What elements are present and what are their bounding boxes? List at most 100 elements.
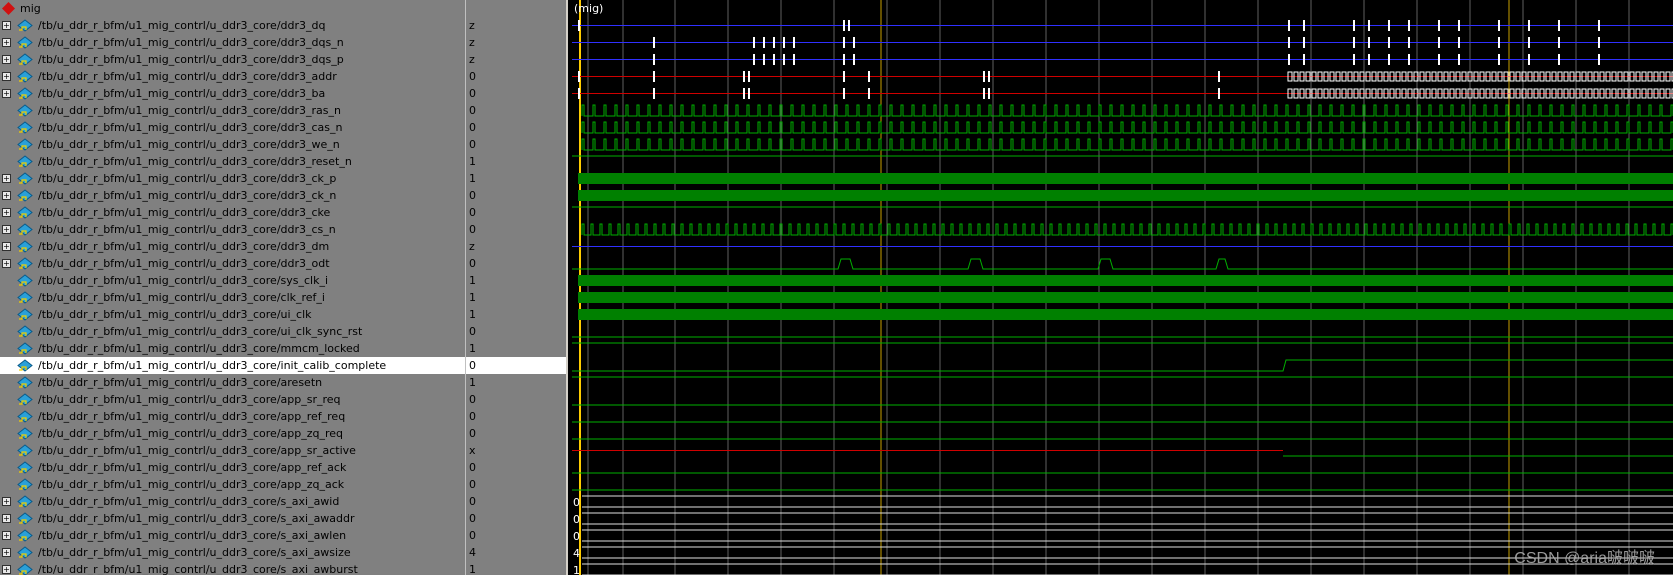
expand-icon[interactable] — [2, 225, 11, 234]
signal-row-ddr3-dm[interactable]: /tb/u_ddr_r_bfm/u1_mig_contrl/u_ddr3_cor… — [0, 238, 465, 255]
signal-row-ui-clk[interactable]: /tb/u_ddr_r_bfm/u1_mig_contrl/u_ddr3_cor… — [0, 306, 465, 323]
value-row-app-ref-req[interactable]: 0 — [466, 408, 566, 425]
signal-value: 0 — [469, 257, 476, 270]
signal-row-ddr3-dqs-p[interactable]: /tb/u_ddr_r_bfm/u1_mig_contrl/u_ddr3_cor… — [0, 51, 465, 68]
value-row-ddr3-dqs-n[interactable]: z — [466, 34, 566, 51]
signal-row-init-calib-complete[interactable]: /tb/u_ddr_r_bfm/u1_mig_contrl/u_ddr3_cor… — [0, 357, 465, 374]
expand-icon[interactable] — [2, 38, 11, 47]
bus-transition — [1458, 20, 1460, 31]
signal-name: /tb/u_ddr_r_bfm/u1_mig_contrl/u_ddr3_cor… — [38, 376, 323, 389]
signal-row-app-zq-req[interactable]: /tb/u_ddr_r_bfm/u1_mig_contrl/u_ddr3_cor… — [0, 425, 465, 442]
expand-icon[interactable] — [2, 72, 11, 81]
bus-transition — [1438, 20, 1440, 31]
value-row-app-ref-ack[interactable]: 0 — [466, 459, 566, 476]
value-row-clk-ref-i[interactable]: 1 — [466, 289, 566, 306]
signal-icon — [17, 512, 33, 525]
bus-transition — [748, 88, 750, 99]
expand-icon[interactable] — [2, 548, 11, 557]
signal-row-ddr3-dqs-n[interactable]: /tb/u_ddr_r_bfm/u1_mig_contrl/u_ddr3_cor… — [0, 34, 465, 51]
expand-icon[interactable] — [2, 89, 11, 98]
value-row-app-zq-ack[interactable]: 0 — [466, 476, 566, 493]
value-row-ddr3-ck-n[interactable]: 0 — [466, 187, 566, 204]
value-row-aresetn[interactable]: 1 — [466, 374, 566, 391]
expand-icon[interactable] — [2, 514, 11, 523]
value-row-ddr3-dm[interactable]: z — [466, 238, 566, 255]
value-row-ddr3-cke[interactable]: 0 — [466, 204, 566, 221]
expand-icon[interactable] — [2, 565, 11, 574]
signal-row-s-axi-awid[interactable]: /tb/u_ddr_r_bfm/u1_mig_contrl/u_ddr3_cor… — [0, 493, 465, 510]
signal-icon — [17, 53, 33, 66]
signal-row-app-sr-req[interactable]: /tb/u_ddr_r_bfm/u1_mig_contrl/u_ddr3_cor… — [0, 391, 465, 408]
signal-row-aresetn[interactable]: /tb/u_ddr_r_bfm/u1_mig_contrl/u_ddr3_cor… — [0, 374, 465, 391]
signal-row-ddr3-ras-n[interactable]: /tb/u_ddr_r_bfm/u1_mig_contrl/u_ddr3_cor… — [0, 102, 465, 119]
signal-row-app-ref-req[interactable]: /tb/u_ddr_r_bfm/u1_mig_contrl/u_ddr3_cor… — [0, 408, 465, 425]
expand-icon[interactable] — [2, 55, 11, 64]
signal-row-ddr3-cas-n[interactable]: /tb/u_ddr_r_bfm/u1_mig_contrl/u_ddr3_cor… — [0, 119, 465, 136]
expand-icon[interactable] — [2, 21, 11, 30]
signal-row-ddr3-cs-n[interactable]: /tb/u_ddr_r_bfm/u1_mig_contrl/u_ddr3_cor… — [0, 221, 465, 238]
signal-row-ddr3-addr[interactable]: /tb/u_ddr_r_bfm/u1_mig_contrl/u_ddr3_cor… — [0, 68, 465, 85]
expand-icon[interactable] — [2, 531, 11, 540]
signal-row-ddr3-ba[interactable]: /tb/u_ddr_r_bfm/u1_mig_contrl/u_ddr3_cor… — [0, 85, 465, 102]
bus-transition — [853, 54, 855, 65]
value-row-init-calib-complete[interactable]: 0 — [466, 357, 566, 374]
value-row-app-sr-req[interactable]: 0 — [466, 391, 566, 408]
waveform-canvas[interactable]: (mig) 0 0 0 4 1 — [568, 0, 1673, 575]
expand-icon[interactable] — [2, 497, 11, 506]
group-row-mig[interactable]: mig — [0, 0, 465, 17]
signal-row-s-axi-awlen[interactable]: /tb/u_ddr_r_bfm/u1_mig_contrl/u_ddr3_cor… — [0, 527, 465, 544]
bus-transition — [1353, 20, 1355, 31]
value-row-ddr3-cs-n[interactable]: 0 — [466, 221, 566, 238]
signal-row-app-zq-ack[interactable]: /tb/u_ddr_r_bfm/u1_mig_contrl/u_ddr3_cor… — [0, 476, 465, 493]
signal-row-app-sr-active[interactable]: /tb/u_ddr_r_bfm/u1_mig_contrl/u_ddr3_cor… — [0, 442, 465, 459]
signal-row-s-axi-awburst[interactable]: /tb/u_ddr_r_bfm/u1_mig_contrl/u_ddr3_cor… — [0, 561, 465, 575]
signal-name: /tb/u_ddr_r_bfm/u1_mig_contrl/u_ddr3_cor… — [38, 53, 344, 66]
signal-row-s-axi-awaddr[interactable]: /tb/u_ddr_r_bfm/u1_mig_contrl/u_ddr3_cor… — [0, 510, 465, 527]
expand-icon[interactable] — [2, 208, 11, 217]
value-row-ddr3-we-n[interactable]: 0 — [466, 136, 566, 153]
expand-icon[interactable] — [2, 259, 11, 268]
signal-row-ddr3-dq[interactable]: /tb/u_ddr_r_bfm/u1_mig_contrl/u_ddr3_cor… — [0, 17, 465, 34]
value-row-ddr3-reset-n[interactable]: 1 — [466, 153, 566, 170]
value-row-ddr3-odt[interactable]: 0 — [466, 255, 566, 272]
signal-row-clk-ref-i[interactable]: /tb/u_ddr_r_bfm/u1_mig_contrl/u_ddr3_cor… — [0, 289, 465, 306]
expand-icon[interactable] — [2, 191, 11, 200]
value-row-sys-clk-i[interactable]: 1 — [466, 272, 566, 289]
signal-name: /tb/u_ddr_r_bfm/u1_mig_contrl/u_ddr3_cor… — [38, 512, 355, 525]
expand-icon[interactable] — [2, 174, 11, 183]
signal-row-ui-clk-sync-rst[interactable]: /tb/u_ddr_r_bfm/u1_mig_contrl/u_ddr3_cor… — [0, 323, 465, 340]
value-row-s-axi-awid[interactable]: 0 — [466, 493, 566, 510]
signal-row-app-ref-ack[interactable]: /tb/u_ddr_r_bfm/u1_mig_contrl/u_ddr3_cor… — [0, 459, 465, 476]
signal-row-ddr3-reset-n[interactable]: /tb/u_ddr_r_bfm/u1_mig_contrl/u_ddr3_cor… — [0, 153, 465, 170]
value-row-ddr3-cas-n[interactable]: 0 — [466, 119, 566, 136]
expand-icon[interactable] — [2, 242, 11, 251]
value-row-app-sr-active[interactable]: x — [466, 442, 566, 459]
signal-row-ddr3-odt[interactable]: /tb/u_ddr_r_bfm/u1_mig_contrl/u_ddr3_cor… — [0, 255, 465, 272]
value-row-ui-clk-sync-rst[interactable]: 0 — [466, 323, 566, 340]
signal-name: /tb/u_ddr_r_bfm/u1_mig_contrl/u_ddr3_cor… — [38, 206, 331, 219]
value-row-s-axi-awsize[interactable]: 4 — [466, 544, 566, 561]
bus-transition — [843, 37, 845, 48]
signal-row-mmcm-locked[interactable]: /tb/u_ddr_r_bfm/u1_mig_contrl/u_ddr3_cor… — [0, 340, 465, 357]
signal-row-sys-clk-i[interactable]: /tb/u_ddr_r_bfm/u1_mig_contrl/u_ddr3_cor… — [0, 272, 465, 289]
value-row-s-axi-awburst[interactable]: 1 — [466, 561, 566, 575]
value-row-app-zq-req[interactable]: 0 — [466, 425, 566, 442]
value-row-ddr3-dq[interactable]: z — [466, 17, 566, 34]
value-row-ddr3-ras-n[interactable]: 0 — [466, 102, 566, 119]
value-row-s-axi-awlen[interactable]: 0 — [466, 527, 566, 544]
value-row-ddr3-addr[interactable]: 0 — [466, 68, 566, 85]
value-row-s-axi-awaddr[interactable]: 0 — [466, 510, 566, 527]
value-row-ddr3-ba[interactable]: 0 — [466, 85, 566, 102]
signal-row-ddr3-ck-p[interactable]: /tb/u_ddr_r_bfm/u1_mig_contrl/u_ddr3_cor… — [0, 170, 465, 187]
signal-row-s-axi-awsize[interactable]: /tb/u_ddr_r_bfm/u1_mig_contrl/u_ddr3_cor… — [0, 544, 465, 561]
value-row-ddr3-ck-p[interactable]: 1 — [466, 170, 566, 187]
value-row-ui-clk[interactable]: 1 — [466, 306, 566, 323]
waveform-pane[interactable]: (mig) 0 0 0 4 1 — [568, 0, 1673, 575]
value-row-mmcm-locked[interactable]: 1 — [466, 340, 566, 357]
signal-row-ddr3-cke[interactable]: /tb/u_ddr_r_bfm/u1_mig_contrl/u_ddr3_cor… — [0, 204, 465, 221]
signal-row-ddr3-we-n[interactable]: /tb/u_ddr_r_bfm/u1_mig_contrl/u_ddr3_cor… — [0, 136, 465, 153]
value-row-ddr3-dqs-p[interactable]: z — [466, 51, 566, 68]
signal-name: /tb/u_ddr_r_bfm/u1_mig_contrl/u_ddr3_cor… — [38, 444, 356, 457]
signal-row-ddr3-ck-n[interactable]: /tb/u_ddr_r_bfm/u1_mig_contrl/u_ddr3_cor… — [0, 187, 465, 204]
signal-name: /tb/u_ddr_r_bfm/u1_mig_contrl/u_ddr3_cor… — [38, 546, 351, 559]
